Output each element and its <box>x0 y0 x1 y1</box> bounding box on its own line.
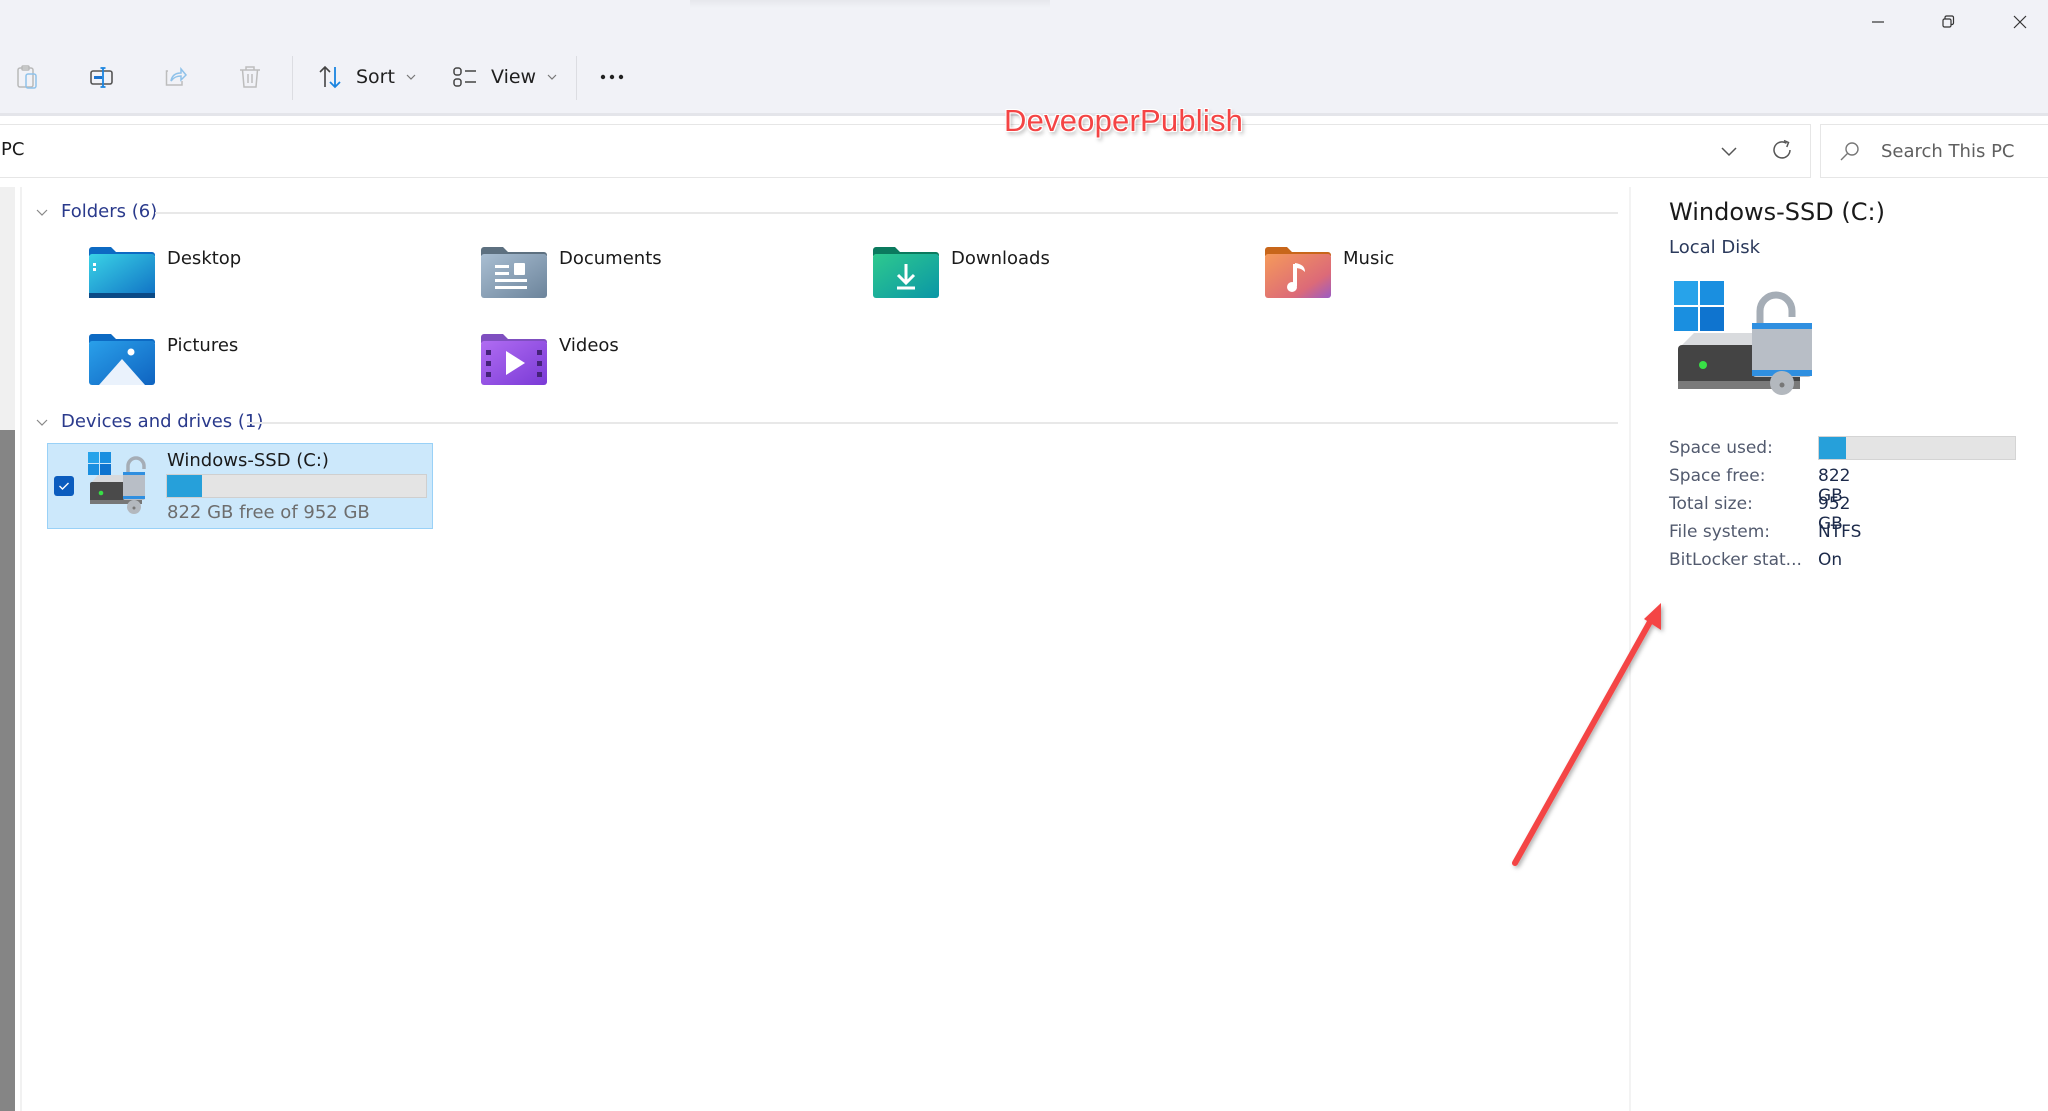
search-icon <box>1840 142 1859 161</box>
address-bar[interactable]: PC <box>0 124 1811 178</box>
documents-folder-icon <box>481 247 547 298</box>
property-key: Total size: <box>1669 494 1753 514</box>
checkmark-icon <box>59 482 69 490</box>
restore-button[interactable] <box>1918 6 1978 38</box>
history-dropdown-icon[interactable] <box>1717 139 1741 163</box>
folder-name: Desktop <box>167 248 242 269</box>
rename-icon <box>90 67 113 88</box>
drive-usage-fill <box>167 475 203 497</box>
details-subtitle: Local Disk <box>1669 237 1761 258</box>
property-key: BitLocker stat... <box>1669 550 1802 570</box>
section-header-folders[interactable]: Folders (6) <box>35 201 157 222</box>
command-bar: Sort View <box>0 52 700 102</box>
folder-name: Documents <box>559 248 662 269</box>
drive-name: Windows-SSD (C:) <box>167 450 329 471</box>
chevron-down-icon <box>36 419 48 426</box>
music-folder-icon <box>1265 247 1331 298</box>
search-placeholder: Search This PC <box>1881 141 2015 162</box>
sort-button[interactable]: Sort <box>316 52 417 102</box>
property-value: NTFS <box>1818 522 1862 542</box>
watermark-text: DeveoperPublish <box>1004 103 1244 138</box>
property-key: Space used: <box>1669 438 1773 458</box>
restore-icon <box>1942 15 1955 28</box>
chevron-down-icon <box>547 74 557 80</box>
downloads-folder-icon <box>873 247 939 298</box>
folder-music[interactable]: Music <box>1265 246 1645 316</box>
delete-icon <box>240 66 260 88</box>
property-value: On <box>1818 550 1843 570</box>
toolbar-separator <box>576 56 577 100</box>
share-icon <box>165 66 188 86</box>
folder-name: Downloads <box>951 248 1050 269</box>
address-path[interactable]: PC <box>1 139 24 160</box>
folder-downloads[interactable]: Downloads <box>873 246 1253 316</box>
minimize-icon <box>1872 21 1884 23</box>
minimize-button[interactable] <box>1848 6 1908 38</box>
section-title: Folders (6) <box>61 201 158 222</box>
delete-button[interactable] <box>236 52 264 102</box>
refresh-icon[interactable] <box>1769 137 1795 163</box>
property-key: Space free: <box>1669 466 1766 486</box>
section-title: Devices and drives (1) <box>61 411 264 432</box>
view-button[interactable]: View <box>451 52 558 102</box>
folder-name: Music <box>1343 248 1395 269</box>
paste-button[interactable] <box>14 52 42 102</box>
space-used-bar <box>1818 436 2016 460</box>
pictures-folder-icon <box>89 334 155 385</box>
view-label: View <box>491 66 537 88</box>
folder-videos[interactable]: Videos <box>481 333 861 403</box>
drive-usage-bar <box>166 474 427 498</box>
folder-desktop[interactable]: Desktop <box>89 246 469 316</box>
property-key: File system: <box>1669 522 1771 542</box>
more-icon <box>600 74 624 80</box>
share-button[interactable] <box>162 52 190 102</box>
navigation-pane-scrollbar[interactable] <box>0 430 15 1111</box>
section-header-drives[interactable]: Devices and drives (1) <box>35 411 263 432</box>
drive-free-space: 822 GB free of 952 GB <box>167 502 370 523</box>
rename-button[interactable] <box>88 52 116 102</box>
details-pane-divider[interactable] <box>1629 187 1631 1111</box>
close-button[interactable] <box>1990 6 2048 38</box>
section-divider <box>155 212 1618 214</box>
title-shadow <box>690 0 1050 8</box>
folder-documents[interactable]: Documents <box>481 246 861 316</box>
details-title: Windows-SSD (C:) <box>1669 198 1885 226</box>
search-input[interactable]: Search This PC <box>1820 124 2048 178</box>
sort-icon <box>319 65 341 89</box>
section-divider <box>247 422 1618 424</box>
navigation-pane[interactable] <box>0 187 15 430</box>
chevron-down-icon <box>36 209 48 216</box>
bitlocker-drive-large-icon <box>1674 281 1812 395</box>
desktop-folder-icon <box>89 247 155 298</box>
navigation-pane-divider[interactable] <box>20 187 22 1111</box>
drive-item-c[interactable]: Windows-SSD (C:) 822 GB free of 952 GB <box>47 443 433 529</box>
paste-icon <box>17 65 37 89</box>
chevron-down-icon <box>406 74 416 80</box>
sort-label: Sort <box>356 66 395 88</box>
more-options-button[interactable] <box>598 52 626 102</box>
close-icon <box>2013 15 2027 29</box>
videos-folder-icon <box>481 334 547 385</box>
folder-pictures[interactable]: Pictures <box>89 333 469 403</box>
selection-checkbox[interactable] <box>54 476 74 496</box>
toolbar-separator <box>292 56 293 100</box>
arrow-icon <box>1512 603 1661 866</box>
folder-name: Pictures <box>167 335 239 356</box>
folder-name: Videos <box>559 335 619 356</box>
view-icon <box>453 67 476 87</box>
space-used-fill <box>1819 437 1846 459</box>
bitlocker-drive-icon <box>88 452 146 514</box>
